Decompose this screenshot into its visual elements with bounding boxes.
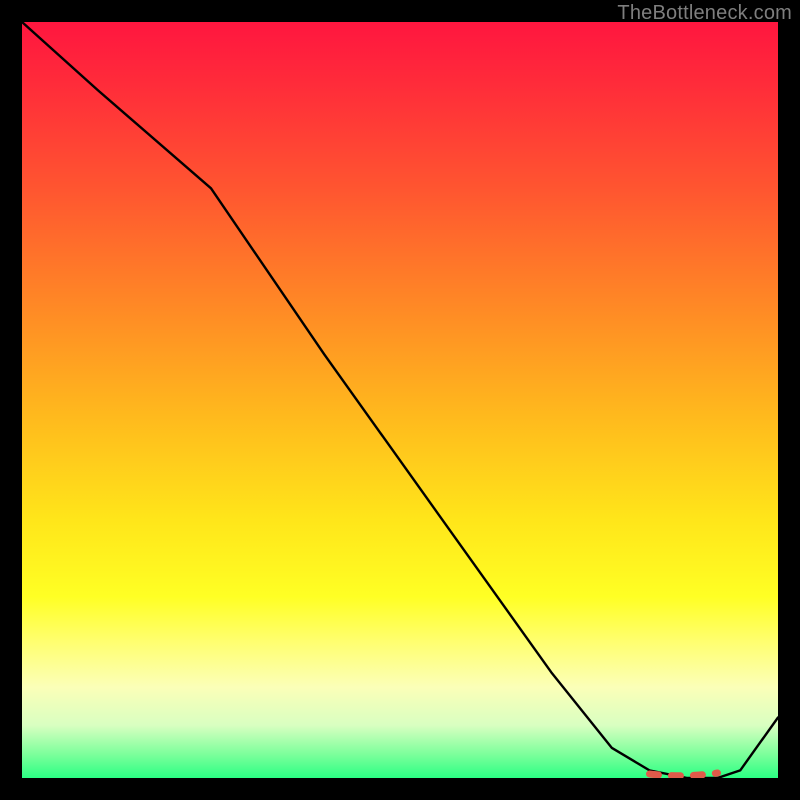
chart-stage: TheBottleneck.com [0,0,800,800]
watermark-text: TheBottleneck.com [617,2,792,25]
optimal-range-marker [22,22,778,778]
